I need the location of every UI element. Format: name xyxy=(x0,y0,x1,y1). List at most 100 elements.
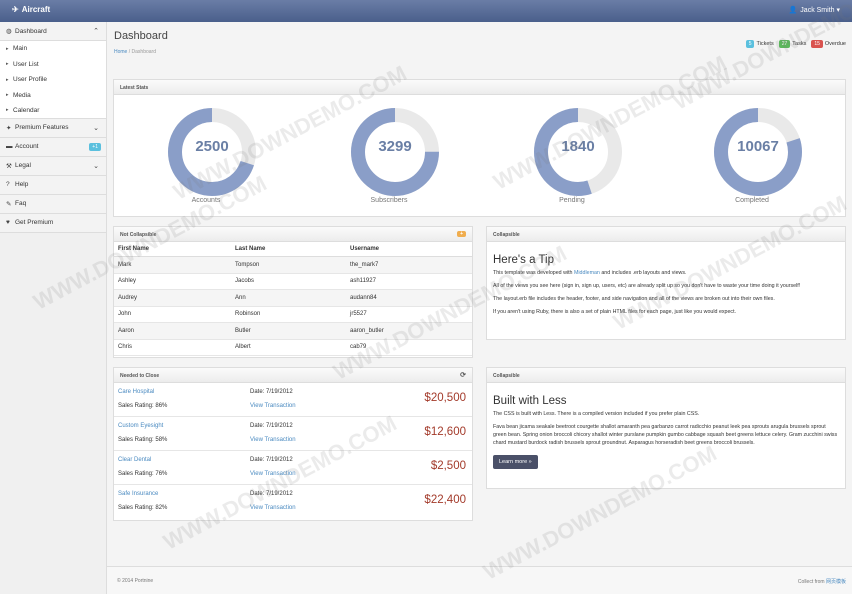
stat-completed: 10067 xyxy=(708,102,808,202)
middleman-link[interactable]: Middleman xyxy=(574,270,600,276)
panel-header: Needed to Close ⟳ xyxy=(114,368,472,383)
count-label: Tickets xyxy=(756,41,774,47)
deal-amount: $2,500 xyxy=(430,460,466,472)
list-item: Safe Insurance Sales Rating: 82% Date: 7… xyxy=(114,485,472,519)
sidebar-item-label: Account xyxy=(15,143,39,150)
tickets-count[interactable]: 5 Tickets xyxy=(745,40,774,48)
table-row: Mark Tompson the_mark7 xyxy=(114,256,472,274)
sidebar-item-dashboard[interactable]: ◍ Dashboard ⌃ xyxy=(0,22,106,41)
table-row: Ashley Jacobs ash11927 xyxy=(114,273,472,290)
footer-credit: Collect from 网页模板 xyxy=(798,578,846,585)
breadcrumb-separator: / xyxy=(128,49,131,55)
table-cell: Ann xyxy=(231,289,346,307)
credit-link[interactable]: 网页模板 xyxy=(826,579,846,585)
view-transaction-link[interactable]: View Transaction xyxy=(250,437,296,443)
table-cell: Jacobs xyxy=(231,273,346,290)
sidebar-subitem-user-profile[interactable]: ▸ User Profile xyxy=(0,72,106,88)
client-link[interactable]: Custom Eyesight xyxy=(118,423,163,429)
view-transaction-link[interactable]: View Transaction xyxy=(250,505,296,511)
table-cell: Albert xyxy=(231,339,346,356)
deal-amount: $22,400 xyxy=(424,494,466,506)
sidebar-item-faq[interactable]: ✎ Faq xyxy=(0,194,106,214)
account-badge: +1 xyxy=(89,142,101,151)
footer: © 2014 Portnine Collect from 网页模板 xyxy=(107,566,852,594)
table-cell: Butler xyxy=(231,322,346,340)
sidebar-item-label: Premium Features xyxy=(15,124,69,131)
view-transaction-link[interactable]: View Transaction xyxy=(250,403,296,409)
table-cell: cab79 xyxy=(346,339,472,356)
stat-pending: 1840 xyxy=(528,102,628,202)
sidebar-subitem-main[interactable]: ▸ Main xyxy=(0,41,106,57)
question-icon: ? xyxy=(6,181,10,188)
text: Collect from xyxy=(797,579,826,585)
overdue-count[interactable]: 15 Overdue xyxy=(811,40,846,48)
sidebar-subitem-calendar[interactable]: ▸ Calendar xyxy=(0,103,106,119)
tip-paragraph: If you aren't using Ruby, there is also … xyxy=(493,308,737,315)
sales-rating: Sales Rating: 76% xyxy=(118,471,168,477)
sidebar-item-legal[interactable]: ⚒ Legal ⌄ xyxy=(0,156,106,176)
tip-paragraph: The layout.erb file includes the header,… xyxy=(493,295,775,302)
deal-amount: $20,500 xyxy=(424,392,466,404)
client-link[interactable]: Care Hospital xyxy=(118,389,154,395)
user-menu[interactable]: 👤 Jack Smith ▾ xyxy=(789,6,840,14)
refresh-icon[interactable]: ⟳ xyxy=(460,371,466,379)
stat-label: Completed xyxy=(735,197,769,204)
deal-date: Date: 7/19/2012 xyxy=(250,389,293,395)
panel-badge: + xyxy=(457,231,466,237)
count-badge: 15 xyxy=(811,40,823,48)
count-label: Overdue xyxy=(824,41,846,47)
sidebar-item-label: Media xyxy=(13,91,31,99)
panel-header[interactable]: Collapsible xyxy=(487,368,845,383)
top-navbar: ✈ Aircraft 👤 Jack Smith ▾ xyxy=(0,0,852,22)
stat-subscribers: 3299 xyxy=(345,102,445,202)
sidebar-subitem-user-list[interactable]: ▸ User List xyxy=(0,56,106,72)
table-cell: audann84 xyxy=(346,289,472,307)
tip-paragraph: All of the views you see here (sign in, … xyxy=(493,282,801,289)
tip-panel: Collapsible Here's a Tip This template w… xyxy=(486,226,846,340)
learn-more-button[interactable]: Learn more » xyxy=(493,454,538,469)
brand-title: Aircraft xyxy=(21,5,51,14)
panel-title: Needed to Close xyxy=(120,373,160,379)
sidebar-subitem-media[interactable]: ▸ Media xyxy=(0,87,106,103)
table-cell: the_mark7 xyxy=(346,256,472,274)
less-paragraph: Fava bean jicama seakale beetroot courge… xyxy=(493,423,838,446)
brand-link[interactable]: ✈ Aircraft xyxy=(12,5,50,14)
status-counts: 5 Tickets 27 Tasks 15 Overdue xyxy=(745,40,846,48)
count-label: Tasks xyxy=(792,41,807,47)
text: This template was developed with xyxy=(493,270,574,276)
caret-right-icon: ▸ xyxy=(6,107,9,114)
latest-stats-panel: Latest Stats 2500 Accounts 3299 Subscrib… xyxy=(113,79,846,217)
sidebar-item-label: Calendar xyxy=(13,106,40,114)
panel-header: Not Collapsible + xyxy=(114,227,472,242)
view-transaction-link[interactable]: View Transaction xyxy=(250,471,296,477)
less-heading: Built with Less xyxy=(493,395,567,407)
sidebar-item-premium[interactable]: ✦ Premium Features ⌄ xyxy=(0,118,106,138)
sidebar-item-label: User Profile xyxy=(13,76,47,84)
tasks-count[interactable]: 27 Tasks xyxy=(778,40,807,48)
heart-icon: ♥ xyxy=(6,219,10,226)
column-header: Username xyxy=(346,242,472,257)
sidebar-item-label: Help xyxy=(15,181,29,188)
sidebar-item-get-premium[interactable]: ♥ Get Premium xyxy=(0,213,106,233)
sidebar-item-label: Get Premium xyxy=(15,219,54,226)
breadcrumb-home[interactable]: Home xyxy=(114,49,127,55)
page-title: Dashboard xyxy=(114,30,168,42)
sidebar-item-label: User List xyxy=(13,60,39,68)
client-link[interactable]: Clear Dental xyxy=(118,457,151,463)
stat-label: Pending xyxy=(559,197,585,204)
sales-rating: Sales Rating: 58% xyxy=(118,437,168,443)
panel-header[interactable]: Collapsible xyxy=(487,227,845,242)
sales-rating: Sales Rating: 86% xyxy=(118,403,168,409)
client-link[interactable]: Safe Insurance xyxy=(118,491,158,497)
caret-right-icon: ▸ xyxy=(6,76,9,83)
gavel-icon: ⚒ xyxy=(6,162,12,170)
tip-heading: Here's a Tip xyxy=(493,254,554,266)
table-row: Chris Albert cab79 xyxy=(114,339,472,356)
chevron-down-icon: ⌄ xyxy=(93,124,99,132)
sidebar-item-help[interactable]: ? Help xyxy=(0,175,106,195)
deal-date: Date: 7/19/2012 xyxy=(250,423,293,429)
table-cell: Robinson xyxy=(231,306,346,323)
sidebar-item-account[interactable]: ▬ Account +1 xyxy=(0,137,106,157)
caret-right-icon: ▸ xyxy=(6,61,9,68)
count-badge: 5 xyxy=(745,40,755,48)
